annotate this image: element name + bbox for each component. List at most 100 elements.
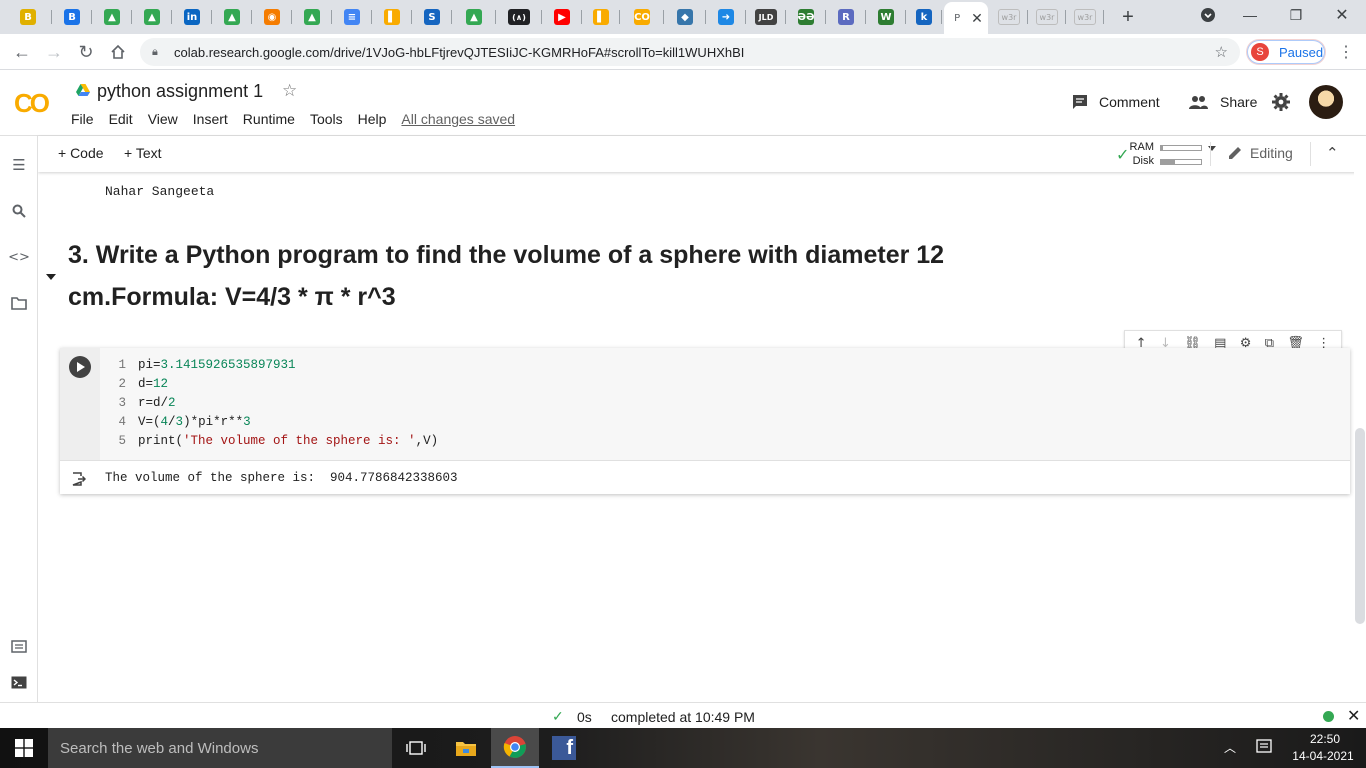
menu-view[interactable]: View (148, 111, 178, 127)
menu-insert[interactable]: Insert (193, 111, 228, 127)
browser-tab[interactable]: ◉ (252, 4, 292, 30)
close-status-icon[interactable]: ✕ (1347, 706, 1360, 726)
code-line[interactable]: 5 print('The volume of the sphere is: ',V… (100, 432, 1350, 451)
notifications-icon[interactable] (1256, 739, 1272, 758)
tab-search-icon[interactable] (1188, 4, 1228, 26)
notebook-title[interactable]: python assignment 1 (97, 81, 263, 102)
browser-tab[interactable]: k (906, 4, 942, 30)
file-explorer-icon[interactable] (442, 728, 490, 768)
browser-tab[interactable]: ▌ (582, 4, 620, 30)
reload-icon[interactable]: ↻ (74, 40, 98, 64)
settings-button[interactable] (1272, 93, 1290, 111)
gear-icon (1272, 93, 1290, 111)
tab-favicon-icon: ◆ (677, 9, 693, 25)
menu-file[interactable]: File (71, 111, 94, 127)
tab-w3r-2[interactable]: w3r (1028, 4, 1066, 30)
chrome-taskbar-icon[interactable] (491, 728, 539, 768)
save-status-link[interactable]: All changes saved (401, 111, 515, 127)
terminal-icon[interactable] (10, 673, 28, 691)
home-icon[interactable] (106, 40, 130, 64)
browser-tab[interactable]: ◆ (664, 4, 706, 30)
browser-tab[interactable]: in (172, 4, 212, 30)
editing-mode-button[interactable]: Editing (1228, 145, 1293, 161)
tab-separator (1103, 10, 1104, 24)
output-text: The volume of the sphere is: 904.7786842… (105, 471, 458, 485)
minimize-button[interactable]: — (1230, 4, 1270, 26)
browser-tab[interactable]: S (412, 4, 452, 30)
connection-status-dot[interactable] (1323, 711, 1334, 722)
browser-tab[interactable]: ▲ (132, 4, 172, 30)
browser-tab[interactable]: ƏƏ (786, 4, 826, 30)
browser-tab[interactable]: ▌ (372, 4, 412, 30)
browser-tab[interactable]: B (4, 4, 52, 30)
task-view-icon[interactable] (392, 728, 440, 768)
browser-menu-icon[interactable]: ⋮ (1338, 42, 1354, 62)
new-tab-button[interactable]: + (1114, 4, 1142, 30)
scrollbar-thumb[interactable] (1355, 428, 1365, 624)
share-button[interactable]: Share (1188, 94, 1257, 110)
restore-button[interactable]: ❐ (1276, 4, 1316, 26)
text-cell-heading[interactable]: 3. Write a Python program to find the vo… (68, 234, 968, 318)
browser-tab[interactable]: ▲ (212, 4, 252, 30)
clock-date[interactable]: 14-04-2021 (1286, 749, 1360, 763)
command-palette-icon[interactable] (10, 637, 28, 655)
active-tab[interactable]: P ✕ (944, 2, 988, 34)
browser-tab[interactable]: ➜ (706, 4, 746, 30)
tab-favicon-icon: B (20, 9, 36, 25)
menu-tools[interactable]: Tools (310, 111, 343, 127)
url-text[interactable]: colab.research.google.com/drive/1VJoG-hb… (174, 45, 744, 60)
collapse-header-icon[interactable]: ⌃ (1326, 144, 1339, 162)
browser-tab[interactable]: ▶ (542, 4, 582, 30)
browser-tab[interactable]: B (52, 4, 92, 30)
run-cell-button[interactable] (69, 356, 91, 378)
code-line[interactable]: 2 d=12 (100, 375, 1350, 394)
code-line[interactable]: 3 r=d/2 (100, 394, 1350, 413)
browser-tab[interactable]: (∧) (496, 4, 542, 30)
tab-w3r-3[interactable]: w3r (1066, 4, 1104, 30)
browser-tab[interactable]: ≡ (332, 4, 372, 30)
cell-output: The volume of the sphere is: 904.7786842… (60, 460, 1350, 494)
code-cell[interactable]: 1 pi=3.1415926535897931 2 d=12 3 r=d/2 4 V=(4/3… (60, 348, 1350, 494)
table-of-contents-icon[interactable]: ☰ (10, 156, 28, 174)
code-snippets-icon[interactable]: <> (8, 248, 30, 266)
menu-help[interactable]: Help (358, 111, 387, 127)
tab-w3r-1[interactable]: w3r (990, 4, 1028, 30)
code-text: V=(4/3)*pi*r**3 (138, 415, 251, 429)
user-avatar[interactable] (1309, 85, 1343, 119)
code-line[interactable]: 4 V=(4/3)*pi*r**3 (100, 413, 1350, 432)
close-tab-icon[interactable]: ✕ (971, 10, 983, 27)
search-icon[interactable] (10, 202, 28, 220)
clock-time[interactable]: 22:50 (1292, 732, 1358, 746)
window-close-button[interactable]: ✕ (1322, 4, 1362, 26)
bookmark-star-icon[interactable]: ☆ (1215, 43, 1228, 61)
menu-edit[interactable]: Edit (109, 111, 133, 127)
browser-tab[interactable]: ▲ (452, 4, 496, 30)
add-code-button[interactable]: + Code (58, 145, 104, 161)
colab-logo[interactable]: CO (14, 88, 50, 119)
add-text-button[interactable]: + Text (124, 145, 162, 161)
browser-tab[interactable]: W (866, 4, 906, 30)
browser-tab[interactable]: ▲ (92, 4, 132, 30)
star-icon[interactable]: ☆ (282, 81, 297, 101)
code-line[interactable]: 1 pi=3.1415926535897931 (100, 356, 1350, 375)
tray-expand-icon[interactable]: ︿ (1224, 739, 1236, 756)
menu-runtime[interactable]: Runtime (243, 111, 295, 127)
section-collapse-icon[interactable] (46, 274, 56, 280)
browser-tab[interactable]: ▲ (292, 4, 332, 30)
browser-tab[interactable]: CO (620, 4, 664, 30)
execution-status[interactable]: completed at 10:49 PM (611, 709, 755, 725)
browser-tab[interactable]: JLD (746, 4, 786, 30)
browser-tab[interactable]: R (826, 4, 866, 30)
start-button[interactable] (0, 728, 48, 768)
facebook-taskbar-icon[interactable]: f (540, 728, 588, 768)
comment-button[interactable]: Comment (1072, 94, 1160, 110)
profile-button[interactable]: S Paused (1246, 39, 1326, 65)
ram-disk-indicator[interactable]: ✓ RAM Disk (1096, 140, 1216, 168)
address-bar[interactable]: 🔒︎ colab.research.google.com/drive/1VJoG… (140, 38, 1240, 66)
back-icon[interactable]: ← (10, 40, 34, 64)
taskbar-search[interactable]: Search the web and Windows (48, 728, 392, 768)
files-folder-icon[interactable] (10, 294, 28, 312)
code-editor[interactable]: 1 pi=3.1415926535897931 2 d=12 3 r=d/2 4 V=(4/3… (100, 348, 1350, 460)
clear-output-icon[interactable] (72, 472, 87, 486)
forward-icon[interactable]: → (42, 40, 66, 64)
